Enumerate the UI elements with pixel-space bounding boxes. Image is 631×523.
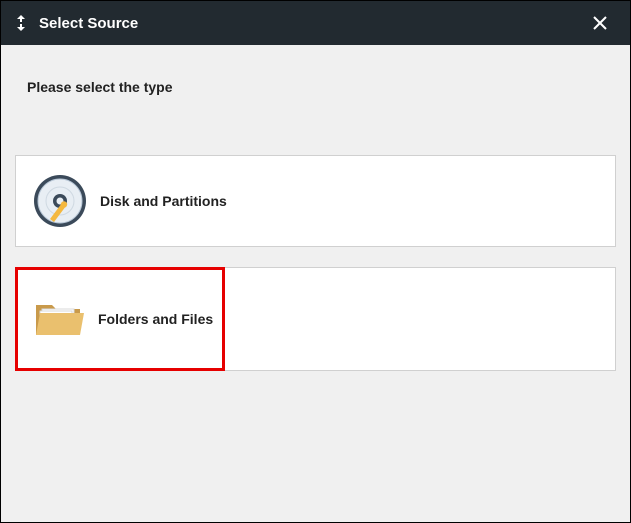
instruction-text: Please select the type	[27, 79, 616, 95]
folder-icon	[24, 291, 92, 347]
select-source-dialog: Select Source Please select the type	[0, 0, 631, 523]
option-folders-and-files[interactable]: Folders and Files	[15, 267, 225, 371]
app-logo-icon	[11, 13, 31, 33]
dialog-content: Please select the type Disk and Partitio…	[1, 45, 630, 522]
option-disk-label: Disk and Partitions	[100, 193, 227, 209]
disk-icon	[26, 173, 94, 229]
close-icon	[591, 14, 609, 32]
option-folders-row-remainder[interactable]	[225, 267, 616, 371]
dialog-title: Select Source	[39, 15, 138, 32]
option-disk-and-partitions[interactable]: Disk and Partitions	[15, 155, 616, 247]
close-button[interactable]	[580, 1, 620, 45]
option-folders-row: Folders and Files	[15, 267, 616, 371]
option-folders-label: Folders and Files	[98, 311, 213, 327]
titlebar: Select Source	[1, 1, 630, 45]
